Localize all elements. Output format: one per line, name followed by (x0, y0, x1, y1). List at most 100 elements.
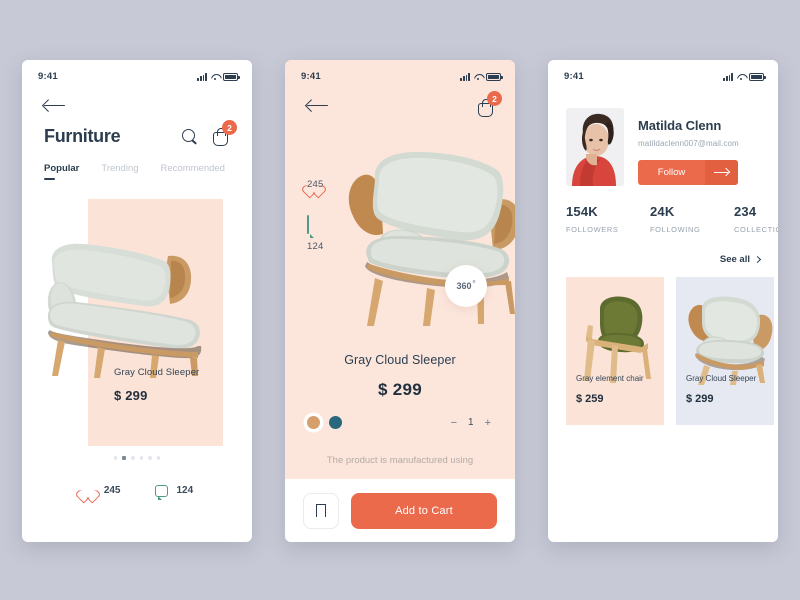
battery-icon (749, 72, 766, 81)
collection-card-gray-cloud-sleeper[interactable]: Gray Cloud Sleeper $ 299 (676, 277, 774, 425)
stat-value: 24K (650, 204, 675, 219)
chair-image-green (584, 296, 651, 383)
app-screens-stage: 9:41 Furniture 2 Popular Trending Recomm… (0, 0, 800, 600)
detail-bottom-bar: Add to Cart (285, 479, 515, 542)
product-name: Gray Cloud Sleeper (114, 367, 200, 378)
likes-group[interactable]: 245 (307, 179, 323, 190)
comments-group[interactable]: 124 (154, 484, 194, 501)
carousel-dot[interactable] (131, 456, 135, 460)
wifi-icon (211, 73, 220, 81)
category-tabs: Popular Trending Recommended (22, 147, 252, 180)
status-bar: 9:41 (548, 60, 778, 86)
profile-name: Matilda Clenn (638, 118, 722, 133)
chair-image-detail (348, 152, 515, 326)
signal-icon (723, 72, 733, 81)
tab-popular[interactable]: Popular (44, 163, 79, 180)
bookmark-button[interactable] (303, 492, 339, 529)
profile-email: matildaclenn007@mail.com (638, 139, 739, 148)
page-title: Furniture (44, 126, 121, 146)
bookmark-icon (315, 504, 328, 524)
profile-header: Matilda Clenn matildaclenn007@mail.com F… (548, 86, 778, 186)
product-meta: Gray Cloud Sleeper $ 299 (114, 367, 199, 403)
phone-screen-home: 9:41 Furniture 2 Popular Trending Recomm… (22, 60, 252, 542)
comments-group[interactable]: 124 (307, 215, 324, 252)
product-name: Gray Cloud Sleeper (344, 353, 456, 367)
chair-image-gray-cloud-sleeper (47, 243, 202, 378)
phone-screen-profile: 9:41 Matilda Clenn matildaclenn007@mail.… (548, 60, 778, 542)
product-name: Gray element chair (576, 374, 644, 383)
search-icon[interactable] (182, 129, 197, 144)
follow-button-label: Follow (657, 167, 686, 178)
follow-button[interactable]: Follow (638, 160, 738, 185)
status-time: 9:41 (301, 71, 321, 82)
battery-icon (223, 72, 240, 81)
chevron-right-icon (753, 255, 762, 264)
likes-count: 245 (103, 485, 121, 496)
collection-card-gray-element-chair[interactable]: Gray element chair $ 259 (566, 277, 664, 425)
phone-screen-product-detail: 9:41 2 245 124 360 o Gray Cloud Sleeper … (285, 60, 515, 542)
stat-following: 24K FOLLOWING (650, 204, 710, 234)
chair-image-gray (688, 296, 773, 385)
status-icons (197, 72, 240, 81)
carousel-dot[interactable] (156, 456, 161, 460)
avatar[interactable] (566, 108, 624, 186)
stat-value: 154K (566, 204, 598, 219)
degree-symbol: o (472, 279, 476, 285)
heart-icon (81, 484, 95, 497)
comments-count: 124 (307, 241, 324, 252)
rotate-360-button[interactable]: 360 o (445, 265, 487, 307)
color-swatch-teal[interactable] (329, 416, 342, 429)
stat-collection: 234 COLLECTION (734, 204, 778, 234)
product-price: $ 259 (576, 393, 604, 405)
quantity-increase-button[interactable]: + (485, 417, 491, 429)
see-all-link[interactable]: See all (548, 234, 778, 265)
quantity-stepper: − 1 + (451, 417, 491, 429)
comment-icon (154, 484, 168, 501)
cart-count-badge: 2 (222, 120, 237, 135)
signal-icon (197, 72, 207, 81)
rotate-360-label: 360 (456, 281, 472, 291)
carousel-dots (22, 456, 252, 460)
wifi-icon (737, 73, 746, 81)
side-engagement: 245 124 (307, 172, 323, 278)
shopping-bag-button[interactable]: 2 (213, 120, 237, 146)
stat-label: COLLECTION (734, 225, 778, 234)
back-arrow-icon[interactable] (44, 98, 66, 112)
detail-header: 2 (285, 86, 515, 117)
add-to-cart-button[interactable]: Add to Cart (351, 492, 497, 529)
comments-count: 124 (176, 485, 194, 496)
shopping-bag-button[interactable]: 2 (478, 91, 502, 117)
options-row: − 1 + (285, 400, 515, 429)
color-swatches (307, 416, 342, 429)
stat-value: 234 (734, 204, 757, 219)
stat-label: FOLLOWING (650, 225, 701, 234)
status-icons (723, 72, 766, 81)
status-bar: 9:41 (285, 60, 515, 86)
stat-followers: 154K FOLLOWERS (566, 204, 626, 234)
comment-icon (307, 215, 309, 234)
quantity-decrease-button[interactable]: − (451, 417, 457, 429)
tab-recommended[interactable]: Recommended (161, 163, 225, 180)
likes-group[interactable]: 245 (81, 484, 121, 497)
wifi-icon (474, 73, 483, 81)
product-price: $ 299 (377, 380, 423, 399)
profile-info: Matilda Clenn matildaclenn007@mail.com F… (638, 108, 760, 186)
carousel-dot[interactable] (148, 456, 152, 460)
status-bar: 9:41 (22, 60, 252, 86)
status-time: 9:41 (564, 71, 584, 82)
stat-label: FOLLOWERS (566, 225, 619, 234)
home-header: Furniture 2 (22, 112, 252, 147)
carousel-dot[interactable] (139, 456, 144, 460)
featured-product-card[interactable]: Gray Cloud Sleeper $ 299 (22, 192, 252, 446)
tab-trending[interactable]: Trending (101, 163, 138, 180)
color-swatch-tan[interactable] (307, 416, 320, 429)
product-price: $ 299 (686, 393, 714, 405)
back-arrow-icon[interactable] (307, 98, 329, 112)
carousel-dot[interactable] (113, 456, 118, 460)
carousel-dot-active[interactable] (122, 456, 127, 460)
collection-grid: Gray element chair $ 259 Gray Cloud Slee… (548, 265, 778, 425)
product-name: Gray Cloud Sleeper (686, 374, 757, 383)
avatar-portrait-icon (566, 108, 624, 186)
signal-icon (460, 72, 470, 81)
battery-icon (486, 72, 503, 81)
